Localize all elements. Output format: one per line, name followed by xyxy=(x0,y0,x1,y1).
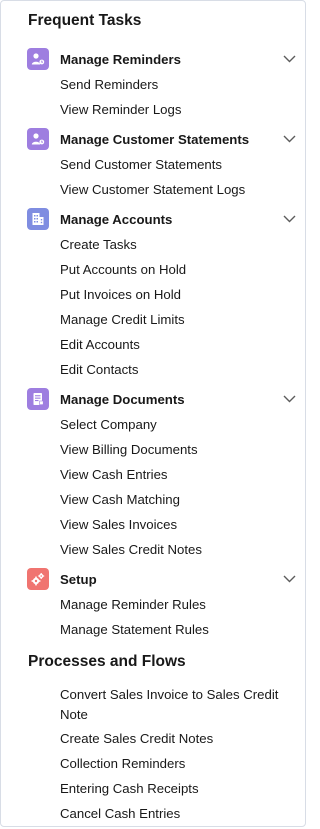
group-label: Manage Documents xyxy=(60,391,185,407)
processes-and-flows-title: Processes and Flows xyxy=(28,653,186,670)
task-link-manage-credit-limits[interactable]: Manage Credit Limits xyxy=(60,310,290,330)
group-label: Manage Customer Statements xyxy=(60,131,250,147)
flow-link-create-sales-credit-notes[interactable]: Create Sales Credit Notes xyxy=(60,729,290,749)
task-link-view-cash-matching[interactable]: View Cash Matching xyxy=(60,490,290,510)
chevron-down-icon[interactable] xyxy=(281,571,297,587)
flow-link-cancel-cash-entries[interactable]: Cancel Cash Entries xyxy=(60,804,290,824)
task-link-create-tasks[interactable]: Create Tasks xyxy=(60,235,290,255)
group-setup[interactable]: Setup xyxy=(27,568,297,590)
task-link-send-customer-statements[interactable]: Send Customer Statements xyxy=(60,155,290,175)
task-link-edit-accounts[interactable]: Edit Accounts xyxy=(60,335,290,355)
user-person-icon xyxy=(27,128,49,150)
task-link-send-reminders[interactable]: Send Reminders xyxy=(60,75,290,95)
gears-icon xyxy=(27,568,49,590)
building-icon xyxy=(27,208,49,230)
group-manage-documents[interactable]: Manage Documents xyxy=(27,388,297,410)
flow-link-convert-sales-invoice[interactable]: Convert Sales Invoice to Sales Credit No… xyxy=(60,685,290,725)
group-label: Manage Accounts xyxy=(60,211,173,227)
chevron-down-icon[interactable] xyxy=(281,391,297,407)
task-link-view-sales-invoices[interactable]: View Sales Invoices xyxy=(60,515,290,535)
task-link-view-billing-documents[interactable]: View Billing Documents xyxy=(60,440,290,460)
flow-link-collection-reminders[interactable]: Collection Reminders xyxy=(60,754,290,774)
task-link-view-customer-statement-logs[interactable]: View Customer Statement Logs xyxy=(60,180,290,200)
group-manage-accounts[interactable]: Manage Accounts xyxy=(27,208,297,230)
task-link-put-accounts-on-hold[interactable]: Put Accounts on Hold xyxy=(60,260,290,280)
group-label: Setup xyxy=(60,571,97,587)
frequent-tasks-title: Frequent Tasks xyxy=(28,12,142,29)
task-link-manage-statement-rules[interactable]: Manage Statement Rules xyxy=(60,620,290,640)
user-person-icon xyxy=(27,48,49,70)
group-manage-customer-statements[interactable]: Manage Customer Statements xyxy=(27,128,297,150)
flow-link-entering-cash-receipts[interactable]: Entering Cash Receipts xyxy=(60,779,290,799)
task-link-view-reminder-logs[interactable]: View Reminder Logs xyxy=(60,100,290,120)
task-link-put-invoices-on-hold[interactable]: Put Invoices on Hold xyxy=(60,285,290,305)
task-link-view-cash-entries[interactable]: View Cash Entries xyxy=(60,465,290,485)
chevron-down-icon[interactable] xyxy=(281,211,297,227)
group-manage-reminders[interactable]: Manage Reminders xyxy=(27,48,297,70)
chevron-down-icon[interactable] xyxy=(281,131,297,147)
tasks-panel: Frequent Tasks Manage Reminders Send Rem… xyxy=(0,0,306,827)
document-icon xyxy=(27,388,49,410)
task-link-manage-reminder-rules[interactable]: Manage Reminder Rules xyxy=(60,595,290,615)
task-link-edit-contacts[interactable]: Edit Contacts xyxy=(60,360,290,380)
chevron-down-icon[interactable] xyxy=(281,51,297,67)
group-label: Manage Reminders xyxy=(60,51,181,67)
task-link-view-sales-credit-notes[interactable]: View Sales Credit Notes xyxy=(60,540,290,560)
task-link-select-company[interactable]: Select Company xyxy=(60,415,290,435)
